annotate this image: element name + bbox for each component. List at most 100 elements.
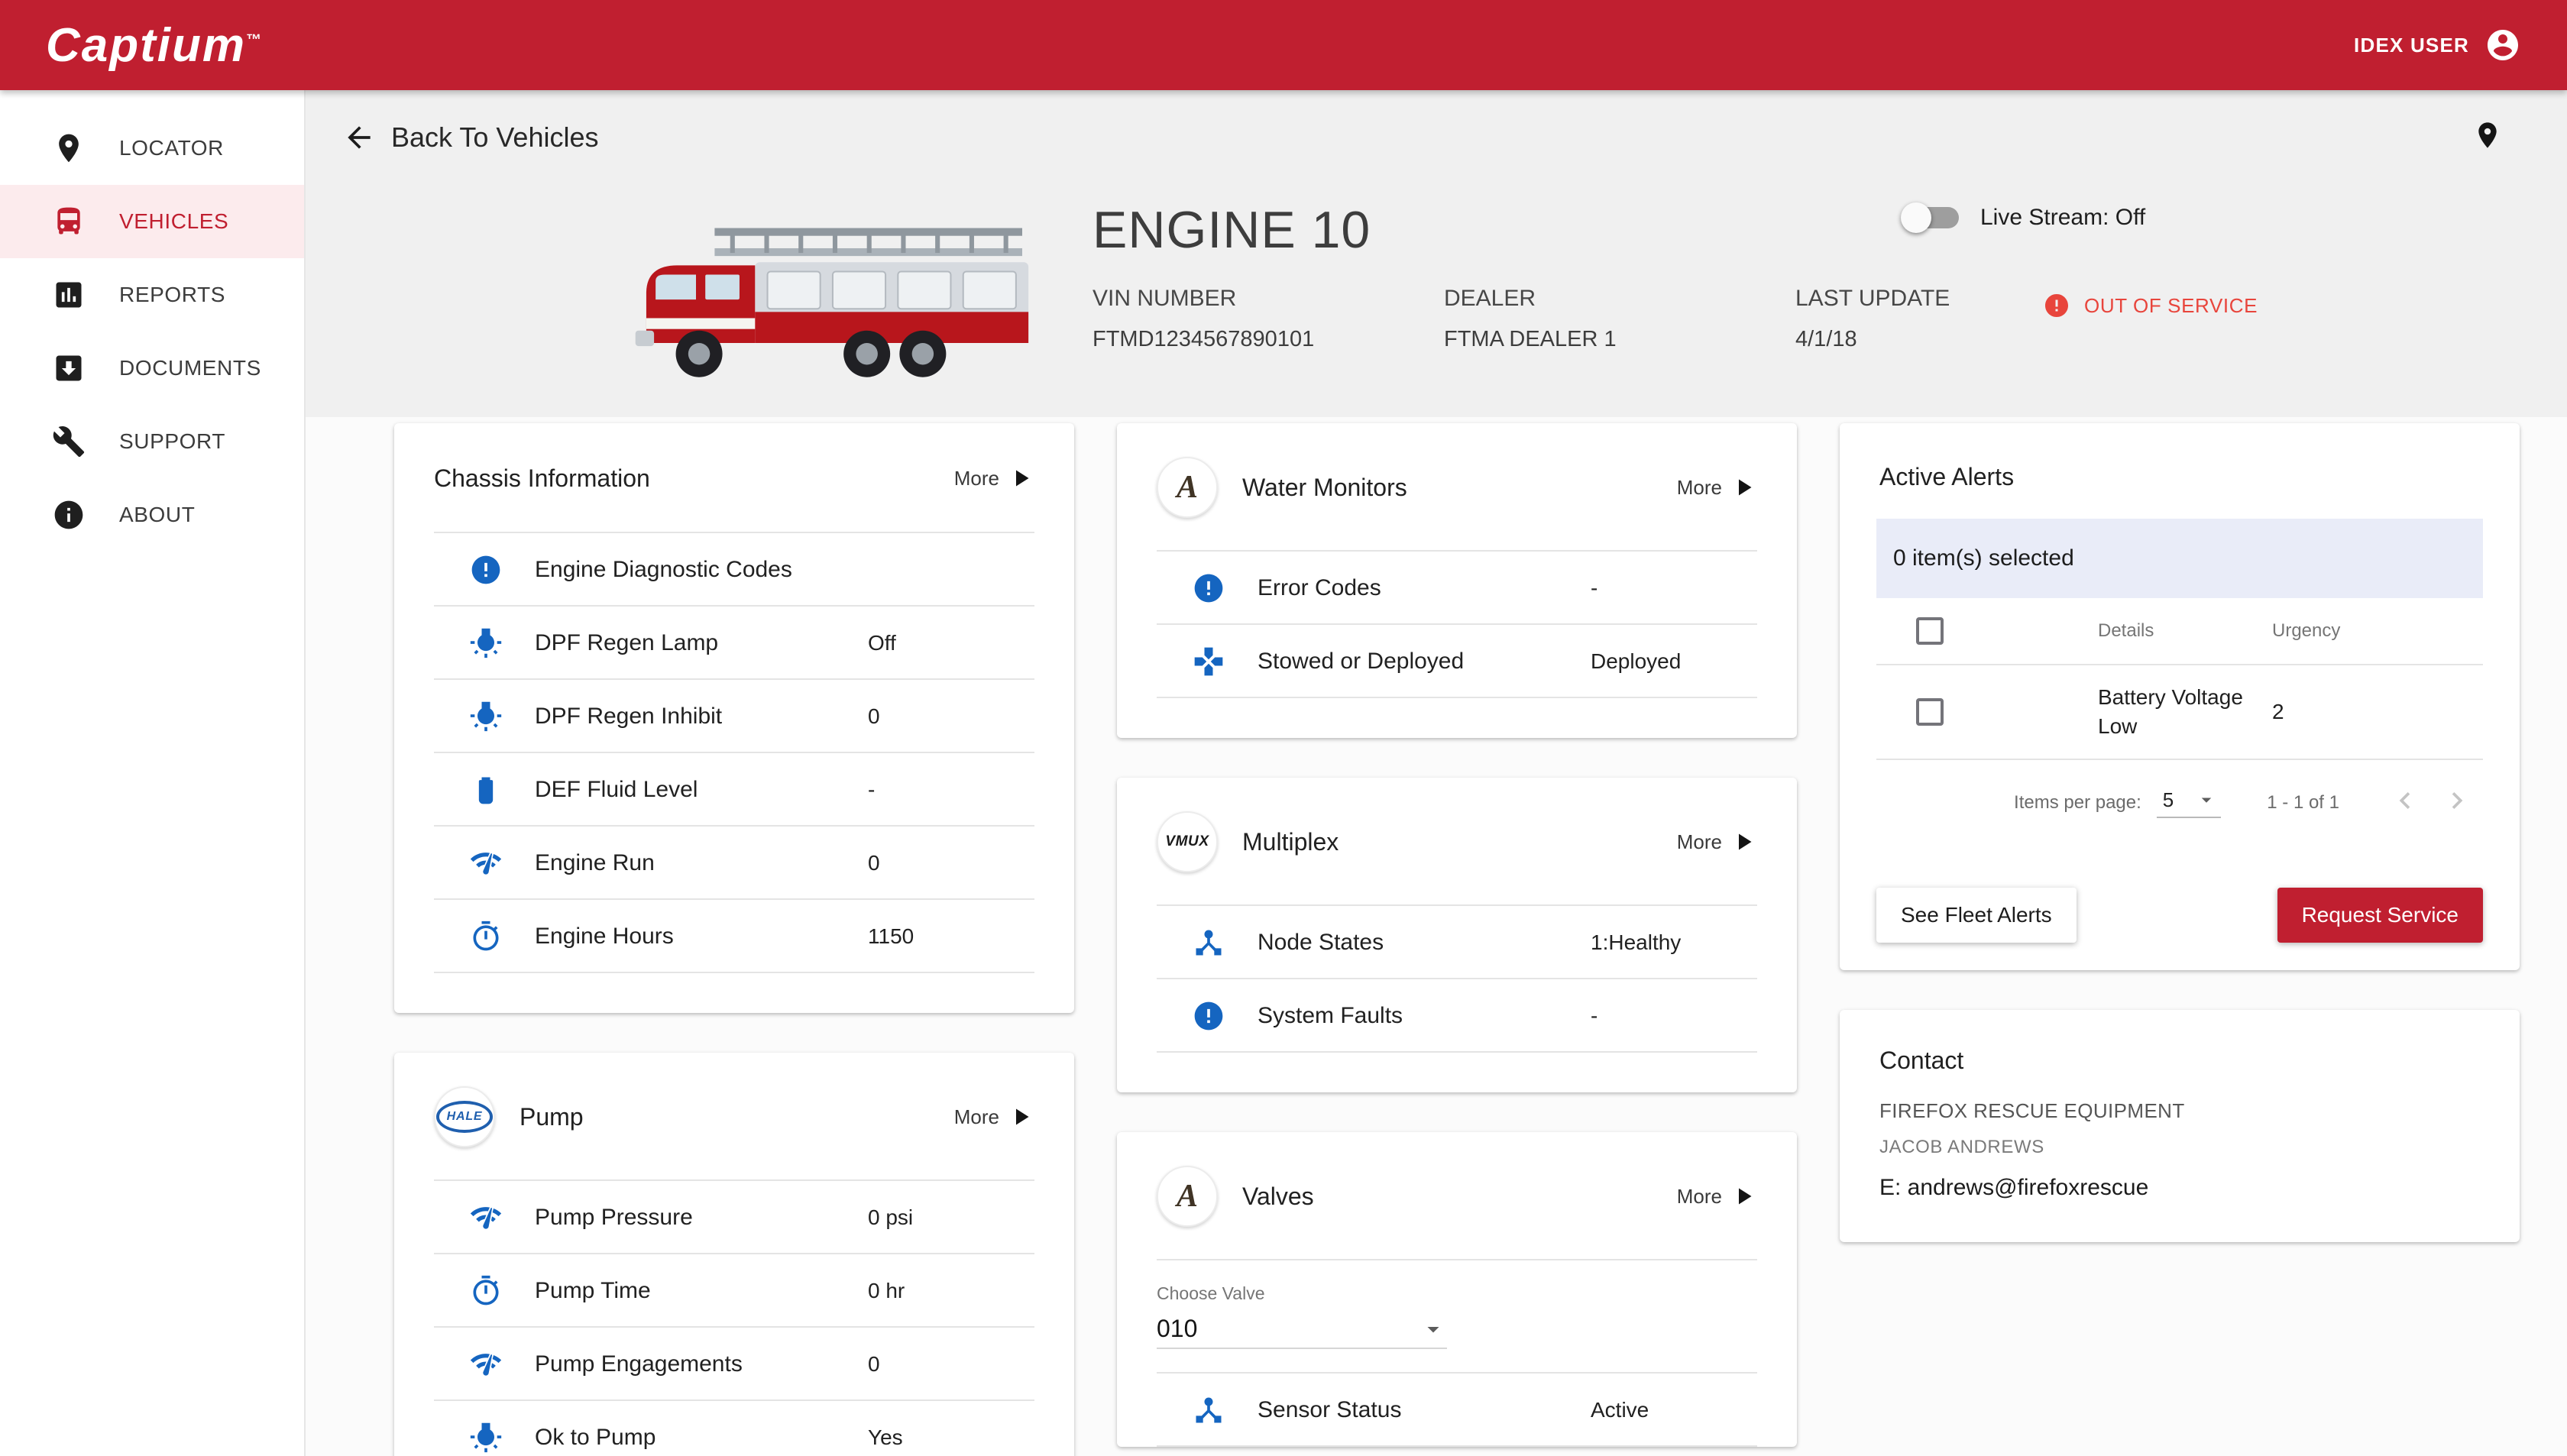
valve-select[interactable]: 010 [1157, 1315, 1447, 1349]
wrench-icon [53, 426, 85, 458]
water-monitors-more-button[interactable]: More [1677, 474, 1757, 501]
row-label: DEF Fluid Level [535, 777, 698, 802]
table-row: Pump Time 0 hr [394, 1254, 1074, 1328]
user-menu[interactable]: IDEX USER [2354, 27, 2521, 63]
alert-urgency: 2 [2272, 700, 2284, 723]
page-range-label: 1 - 1 of 1 [2267, 792, 2339, 813]
bus-icon [57, 207, 80, 235]
valves-card: A Valves More Choose Valve 010 Sensor St… [1117, 1132, 1797, 1447]
table-row: Node States 1:Healthy [1117, 906, 1797, 979]
chevron-left-icon [2399, 791, 2410, 809]
items-per-page-select[interactable]: 5 [2156, 788, 2222, 818]
valve-select-value: 010 [1157, 1315, 1198, 1342]
previous-page-button[interactable] [2379, 784, 2431, 823]
live-stream-label: Live Stream: Off [1980, 205, 2146, 230]
vin-field: VIN NUMBER FTMD1234567890101 [1093, 286, 1444, 352]
row-label: Pump Pressure [535, 1205, 693, 1230]
card-title: Contact [1879, 1047, 1964, 1074]
play-arrow-icon [1739, 479, 1752, 496]
items-per-page-label: Items per page: [2014, 792, 2141, 813]
row-label: System Faults [1258, 1003, 1403, 1028]
card-title: Chassis Information [434, 464, 650, 492]
items-per-page-value: 5 [2162, 788, 2174, 811]
row-label: Pump Engagements [535, 1351, 743, 1377]
alert-row[interactable]: Battery Voltage Low 2 [1876, 665, 2483, 760]
row-label: Engine Diagnostic Codes [535, 557, 792, 582]
sidebar-item-documents[interactable]: DOCUMENTS [0, 332, 304, 405]
contact-name: JACOB ANDREWS [1879, 1137, 2044, 1157]
field-label: LAST UPDATE [1795, 286, 1950, 311]
select-all-checkbox[interactable] [1916, 617, 1944, 645]
vehicle-photo [635, 228, 1029, 377]
card-title: Multiplex [1242, 827, 1339, 856]
next-page-button[interactable] [2431, 784, 2483, 823]
card-title: Water Monitors [1242, 473, 1407, 501]
urgency-column-header: Urgency [2272, 620, 2341, 641]
app-header: Captium™ IDEX USER [0, 0, 2567, 90]
water-monitors-card: A Water Monitors More Error Codes - Stow… [1117, 423, 1797, 738]
table-row: Engine Run 0 [394, 827, 1074, 900]
pump-more-button[interactable]: More [954, 1103, 1034, 1131]
brand-logo: Captium™ [46, 18, 263, 72]
choose-valve-label: Choose Valve [1157, 1283, 1265, 1303]
multiplex-card: VMUX Multiplex More Node States 1:Health… [1117, 778, 1797, 1092]
sidebar-item-vehicles[interactable]: VEHICLES [0, 185, 304, 258]
request-service-button[interactable]: Request Service [2277, 888, 2483, 943]
row-value: 0 hr [868, 1279, 905, 1302]
dealer-field: DEALER FTMA DEALER 1 [1444, 286, 1795, 352]
table-row: Engine Hours 1150 [394, 900, 1074, 973]
multiplex-more-button[interactable]: More [1677, 828, 1757, 856]
alert-row-checkbox[interactable] [1916, 698, 1944, 726]
contact-card: Contact FIREFOX RESCUE EQUIPMENT JACOB A… [1840, 1010, 2520, 1242]
row-label: DPF Regen Inhibit [535, 704, 723, 729]
sidebar-item-support[interactable]: SUPPORT [0, 405, 304, 478]
subheader: Back To Vehicles [306, 90, 2567, 185]
sidebar-item-about[interactable]: ABOUT [0, 478, 304, 552]
row-value: 1150 [868, 924, 914, 948]
sidebar-item-reports[interactable]: REPORTS [0, 258, 304, 332]
play-arrow-icon [1016, 470, 1029, 487]
vmux-logo: VMUX [1157, 811, 1218, 872]
signal-icon [468, 1346, 504, 1383]
row-value: - [868, 778, 876, 801]
play-arrow-icon [1739, 833, 1752, 850]
field-value: FTMA DEALER 1 [1444, 327, 1617, 351]
table-row: Pump Engagements 0 [394, 1328, 1074, 1401]
table-row: DPF Regen Lamp Off [394, 607, 1074, 680]
row-label: Error Codes [1258, 575, 1381, 600]
row-value: Off [868, 631, 896, 655]
warning-icon [2045, 294, 2068, 317]
alert-actions: See Fleet Alerts Request Service [1840, 888, 2520, 970]
row-value: 0 [868, 1352, 880, 1376]
chassis-more-button[interactable]: More [954, 464, 1034, 492]
card-title: Valves [1242, 1182, 1314, 1210]
row-value: 0 psi [868, 1205, 914, 1229]
valve-select-block: Choose Valve 010 [1117, 1260, 1797, 1373]
sidebar-item-locator[interactable]: LOCATOR [0, 112, 304, 185]
hub-icon [1190, 924, 1227, 961]
vehicle-summary: ENGINE 10 VIN NUMBER FTMD1234567890101 D… [306, 185, 2567, 417]
selection-summary: 0 item(s) selected [1876, 519, 2483, 598]
trademark-symbol: ™ [246, 31, 263, 48]
lamp-icon [468, 1419, 504, 1456]
out-of-service-badge: OUT OF SERVICE [2043, 292, 2258, 319]
sidebar-item-label: SUPPORT [119, 429, 226, 453]
cards-area: Chassis Information More Engine Diagnost… [306, 417, 2567, 1456]
sidebar-item-label: DOCUMENTS [119, 356, 261, 380]
vehicle-title: ENGINE 10 [1093, 201, 1371, 259]
water-monitors-brand-logo: A [1157, 457, 1218, 518]
see-fleet-alerts-button[interactable]: See Fleet Alerts [1876, 888, 2077, 943]
valves-more-button[interactable]: More [1677, 1183, 1757, 1210]
fluid-level-icon [468, 772, 504, 808]
lamp-icon [468, 625, 504, 662]
table-row: System Faults - [1117, 979, 1797, 1053]
back-to-vehicles-button[interactable]: Back To Vehicles [342, 121, 599, 154]
table-row: Error Codes - [1117, 552, 1797, 625]
valves-brand-logo: A [1157, 1166, 1218, 1227]
live-stream-toggle[interactable]: Live Stream: Off [1901, 202, 2146, 233]
last-update-field: LAST UPDATE 4/1/18 [1795, 286, 1950, 352]
locate-vehicle-button[interactable] [2472, 120, 2503, 156]
back-arrow-icon [348, 126, 371, 149]
row-label: Pump Time [535, 1278, 651, 1303]
row-value: - [1591, 1004, 1598, 1027]
